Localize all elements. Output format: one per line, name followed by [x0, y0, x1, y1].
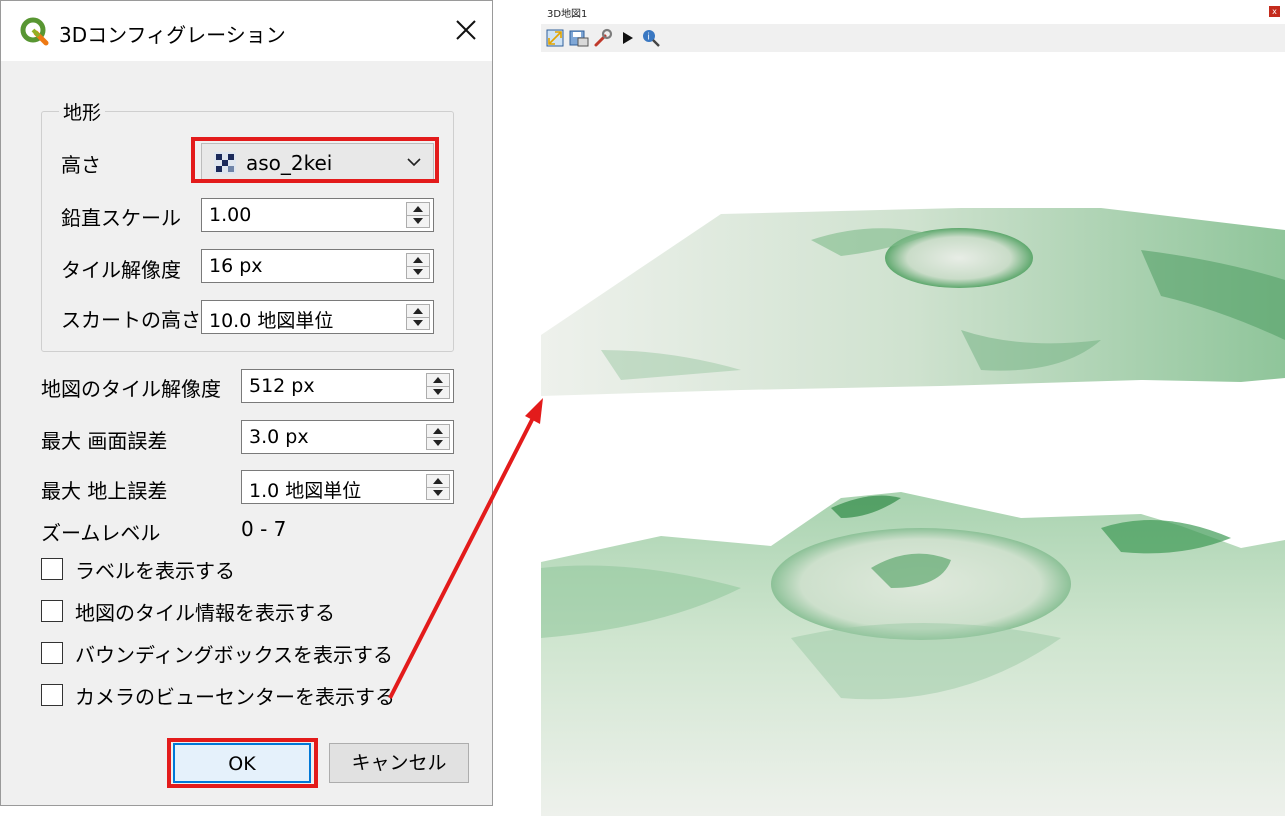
vertical-scale-value: 1.00	[209, 204, 252, 226]
checkbox-box[interactable]	[41, 684, 63, 706]
spin-down-icon[interactable]	[413, 320, 423, 326]
map-window-title: 3D地図1	[547, 9, 588, 20]
spin-down-icon[interactable]	[433, 389, 443, 395]
tile-resolution-label: タイル解像度	[61, 258, 181, 282]
zoom-levels-label: ズームレベル	[41, 521, 161, 545]
dialog-title: 3Dコンフィグレーション	[59, 23, 286, 47]
skirt-height-label: スカートの高さ	[61, 308, 201, 332]
zoom-levels-value: 0 - 7	[241, 517, 287, 541]
close-icon[interactable]	[449, 13, 483, 47]
spin-down-icon[interactable]	[433, 440, 443, 446]
spin-arrows[interactable]	[426, 474, 450, 500]
configure-wrench-icon[interactable]	[593, 28, 613, 48]
tile-resolution-spinbox[interactable]: 16 px	[201, 249, 434, 283]
spin-up-icon[interactable]	[413, 206, 423, 212]
spin-arrows[interactable]	[426, 424, 450, 450]
checkbox-label: 地図のタイル情報を表示する	[75, 601, 335, 625]
play-animation-icon[interactable]	[617, 28, 637, 48]
spin-down-icon[interactable]	[413, 269, 423, 275]
map-close-icon[interactable]: x	[1269, 6, 1280, 17]
checkbox-label: バウンディングボックスを表示する	[75, 643, 393, 667]
map-tile-resolution-value: 512 px	[249, 375, 315, 397]
svg-text:i: i	[647, 33, 650, 43]
vertical-scale-spinbox[interactable]: 1.00	[201, 198, 434, 232]
3d-map-window: 3D地図1 x i	[541, 0, 1285, 816]
ok-highlight-box	[167, 738, 318, 788]
max-ground-error-label: 最大 地上誤差	[41, 479, 168, 503]
checkbox-label: ラベルを表示する	[75, 559, 235, 583]
max-screen-error-label: 最大 画面誤差	[41, 429, 168, 453]
view-separator	[541, 400, 1285, 488]
qgis-logo-icon	[20, 17, 49, 46]
zoom-full-icon[interactable]	[545, 28, 565, 48]
terrain-group-title: 地形	[59, 98, 106, 125]
spin-up-icon[interactable]	[433, 428, 443, 434]
skirt-height-value: 10.0 地図単位	[209, 310, 334, 332]
terrain-view-top[interactable]	[541, 200, 1285, 400]
checkbox-box[interactable]	[41, 642, 63, 664]
spin-arrows[interactable]	[406, 202, 430, 228]
checkbox-label: カメラのビューセンターを表示する	[75, 685, 395, 709]
dialog-titlebar: 3Dコンフィグレーション	[1, 1, 492, 61]
spin-up-icon[interactable]	[413, 308, 423, 314]
max-screen-error-value: 3.0 px	[249, 426, 309, 448]
map-tile-resolution-label: 地図のタイル解像度	[41, 377, 221, 401]
3d-configuration-dialog: 3Dコンフィグレーション 地形 高さ aso_2kei 鉛直スケール 1.00 …	[0, 0, 493, 806]
spin-up-icon[interactable]	[433, 478, 443, 484]
spin-arrows[interactable]	[426, 373, 450, 399]
identify-icon[interactable]: i	[641, 28, 661, 48]
map-toolbar: i	[541, 24, 1285, 52]
spin-arrows[interactable]	[406, 304, 430, 330]
save-image-icon[interactable]	[569, 28, 589, 48]
elevation-label: 高さ	[61, 153, 101, 177]
elevation-highlight-box	[191, 137, 439, 183]
map-tile-resolution-spinbox[interactable]: 512 px	[241, 369, 454, 403]
spin-arrows[interactable]	[406, 253, 430, 279]
checkbox-box[interactable]	[41, 600, 63, 622]
vertical-scale-label: 鉛直スケール	[61, 206, 181, 230]
tile-resolution-value: 16 px	[209, 255, 263, 277]
cancel-button[interactable]: キャンセル	[329, 743, 469, 783]
max-screen-error-spinbox[interactable]: 3.0 px	[241, 420, 454, 454]
max-ground-error-spinbox[interactable]: 1.0 地図単位	[241, 470, 454, 504]
spin-down-icon[interactable]	[413, 218, 423, 224]
max-ground-error-value: 1.0 地図単位	[249, 480, 362, 502]
spin-up-icon[interactable]	[413, 257, 423, 263]
checkbox-box[interactable]	[41, 558, 63, 580]
spin-up-icon[interactable]	[433, 377, 443, 383]
skirt-height-spinbox[interactable]: 10.0 地図単位	[201, 300, 434, 334]
terrain-view-bottom[interactable]	[541, 488, 1285, 816]
spin-down-icon[interactable]	[433, 490, 443, 496]
